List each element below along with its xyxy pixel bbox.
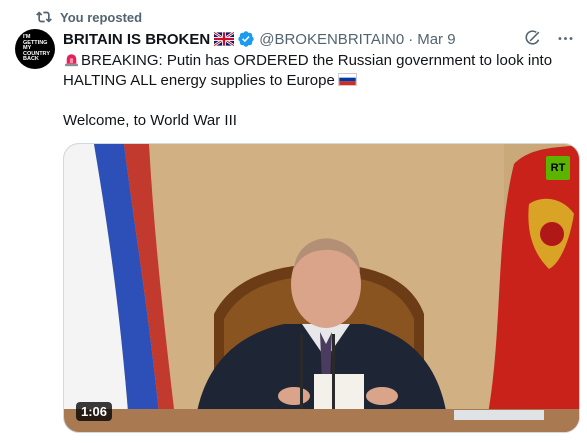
display-name[interactable]: BRITAIN IS BROKEN: [63, 31, 210, 48]
video-frame: [64, 144, 579, 432]
tweet-date[interactable]: Mar 9: [417, 31, 455, 48]
uk-flag-icon: [214, 32, 235, 46]
repost-label: You reposted: [60, 9, 143, 25]
russia-flag-icon: [337, 73, 357, 86]
channel-logo: RT: [546, 156, 570, 180]
author-handle[interactable]: @BROKENBRITAIN0: [259, 31, 404, 48]
avatar[interactable]: I'M GETTING MY COUNTRY BACK: [15, 29, 55, 69]
tweet-text: BREAKING: Putin has ORDERED the Russian …: [63, 51, 575, 131]
tweet-paragraph-1: BREAKING: Putin has ORDERED the Russian …: [63, 51, 575, 91]
repost-icon: [36, 11, 52, 23]
header-actions: [523, 29, 575, 48]
separator-dot: ·: [408, 30, 414, 48]
video-duration: 1:06: [76, 402, 113, 421]
verified-badge-icon: [238, 31, 254, 47]
video-player[interactable]: RT 1:06: [63, 143, 580, 433]
repost-indicator: You reposted: [36, 8, 142, 26]
tweet-paragraph-2: Welcome, to World War III: [63, 112, 237, 129]
siren-icon: [65, 54, 78, 67]
tweet-header: BRITAIN IS BROKEN @BROKENBRITAIN0 · Mar …: [63, 29, 575, 49]
more-options-icon[interactable]: [556, 29, 575, 48]
grok-icon[interactable]: [523, 29, 542, 48]
tweet-line-1: BREAKING: Putin has ORDERED the Russian …: [63, 52, 553, 89]
avatar-text: I'M GETTING MY COUNTRY BACK: [23, 34, 50, 63]
